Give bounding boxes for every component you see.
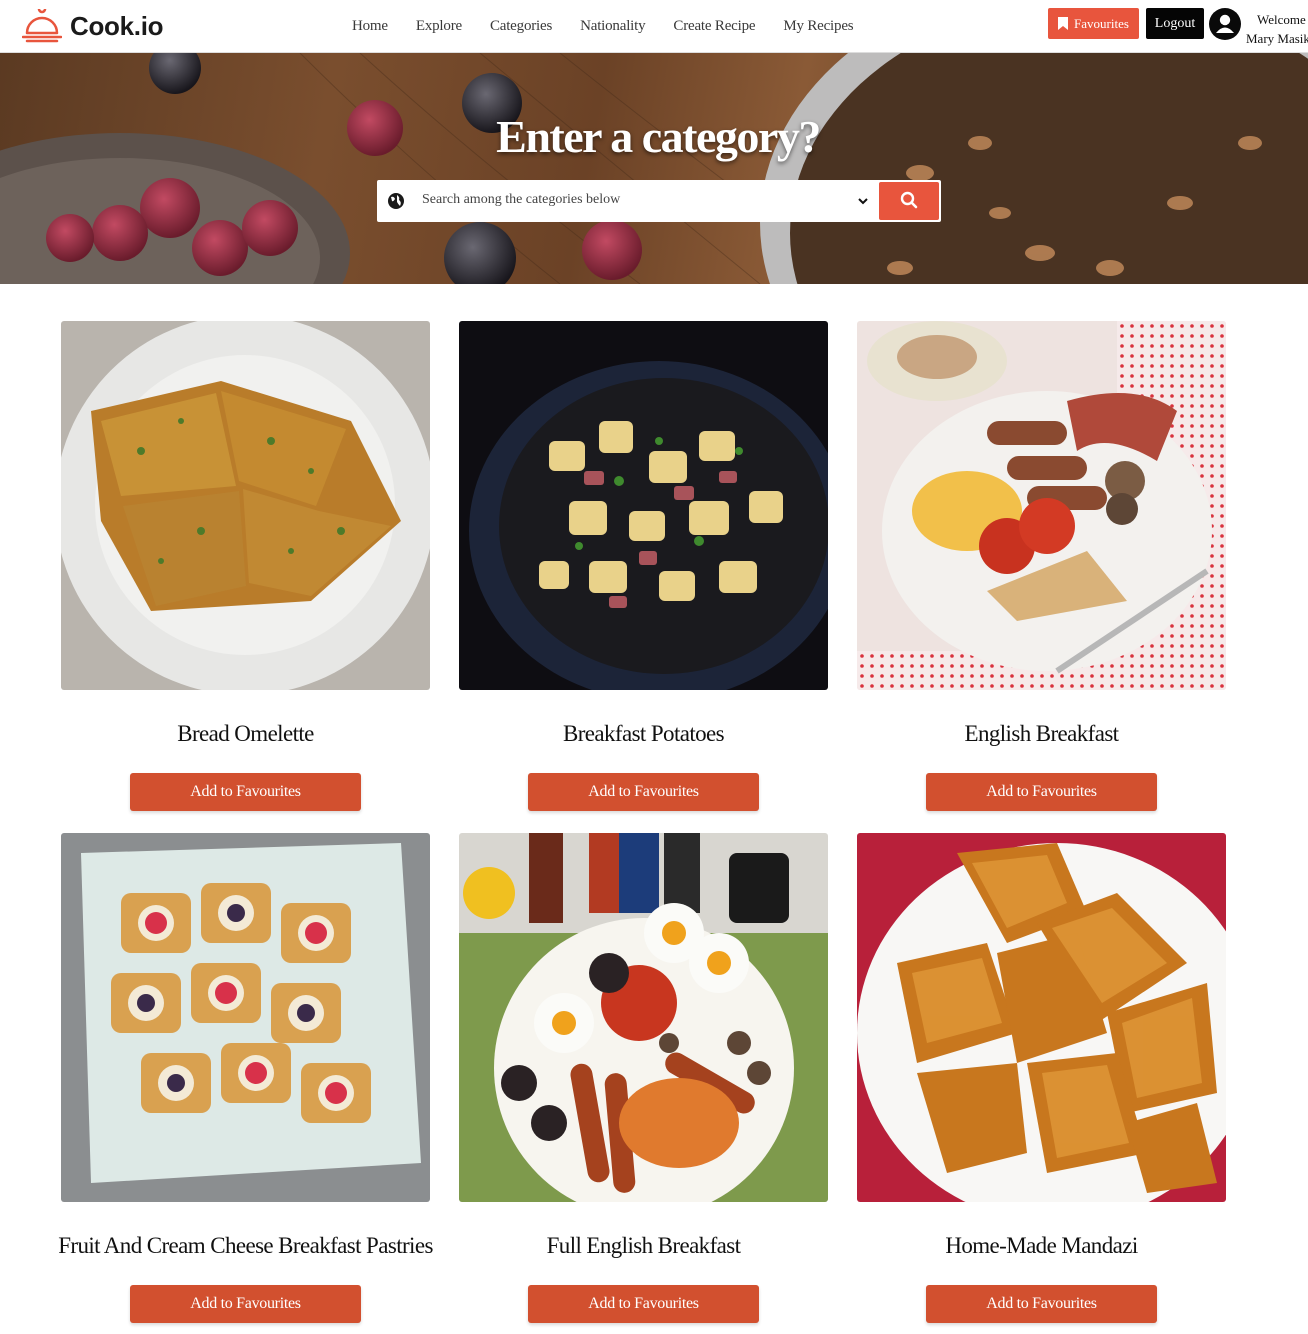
logout-button[interactable]: Logout xyxy=(1146,8,1204,39)
nav-explore[interactable]: Explore xyxy=(416,18,462,35)
search-icon xyxy=(900,191,918,208)
recipe-title[interactable]: Bread Omelette xyxy=(41,721,450,747)
add-to-favourites-button[interactable]: Add to Favourites xyxy=(130,1285,361,1323)
recipe-image[interactable] xyxy=(857,321,1226,690)
category-select[interactable]: Search among the categories below xyxy=(422,192,620,208)
favourites-label: Favourites xyxy=(1074,15,1129,31)
add-to-favourites-button[interactable]: Add to Favourites xyxy=(130,773,361,811)
add-to-favourites-button[interactable]: Add to Favourites xyxy=(528,1285,759,1323)
top-navbar: Cook.io Home Explore Categories National… xyxy=(0,0,1308,53)
add-to-favourites-button[interactable]: Add to Favourites xyxy=(926,773,1157,811)
nav-create-recipe[interactable]: Create Recipe xyxy=(673,18,755,35)
nav-categories[interactable]: Categories xyxy=(490,18,552,35)
welcome-message: Welcome Mary Masika xyxy=(1246,10,1308,48)
category-search: Search among the categories below xyxy=(377,180,941,222)
recipe-image[interactable] xyxy=(61,321,430,690)
recipe-title[interactable]: Breakfast Potatoes xyxy=(439,721,848,747)
welcome-username: Mary Masika xyxy=(1246,31,1308,46)
recipe-title[interactable]: Full English Breakfast xyxy=(439,1233,848,1259)
recipe-image[interactable] xyxy=(61,833,430,1202)
globe-icon xyxy=(388,193,404,209)
hero-title: Enter a category? xyxy=(496,111,821,162)
favourites-button[interactable]: Favourites xyxy=(1048,8,1139,39)
recipe-title[interactable]: Fruit And Cream Cheese Breakfast Pastrie… xyxy=(41,1233,450,1259)
main-nav: Home Explore Categories Nationality Crea… xyxy=(352,18,881,35)
nav-my-recipes[interactable]: My Recipes xyxy=(783,18,853,35)
search-button[interactable] xyxy=(879,182,939,220)
recipe-image[interactable] xyxy=(857,833,1226,1202)
recipe-title[interactable]: Home-Made Mandazi xyxy=(837,1233,1246,1259)
cloche-icon xyxy=(22,9,62,43)
brand-name: Cook.io xyxy=(70,10,164,41)
brand-logo-link[interactable]: Cook.io xyxy=(22,9,164,43)
nav-nationality[interactable]: Nationality xyxy=(580,18,645,35)
chevron-down-icon[interactable] xyxy=(857,195,869,207)
bookmark-icon xyxy=(1058,17,1069,30)
hero-banner: Enter a category? Search among the categ… xyxy=(0,53,1308,284)
recipe-title[interactable]: English Breakfast xyxy=(837,721,1246,747)
hero-background-image xyxy=(0,53,1308,284)
add-to-favourites-button[interactable]: Add to Favourites xyxy=(528,773,759,811)
welcome-greeting: Welcome xyxy=(1257,12,1306,27)
add-to-favourites-button[interactable]: Add to Favourites xyxy=(926,1285,1157,1323)
recipe-image[interactable] xyxy=(459,321,828,690)
recipe-image[interactable] xyxy=(459,833,828,1202)
user-avatar-icon[interactable] xyxy=(1209,8,1241,40)
nav-home[interactable]: Home xyxy=(352,18,388,35)
